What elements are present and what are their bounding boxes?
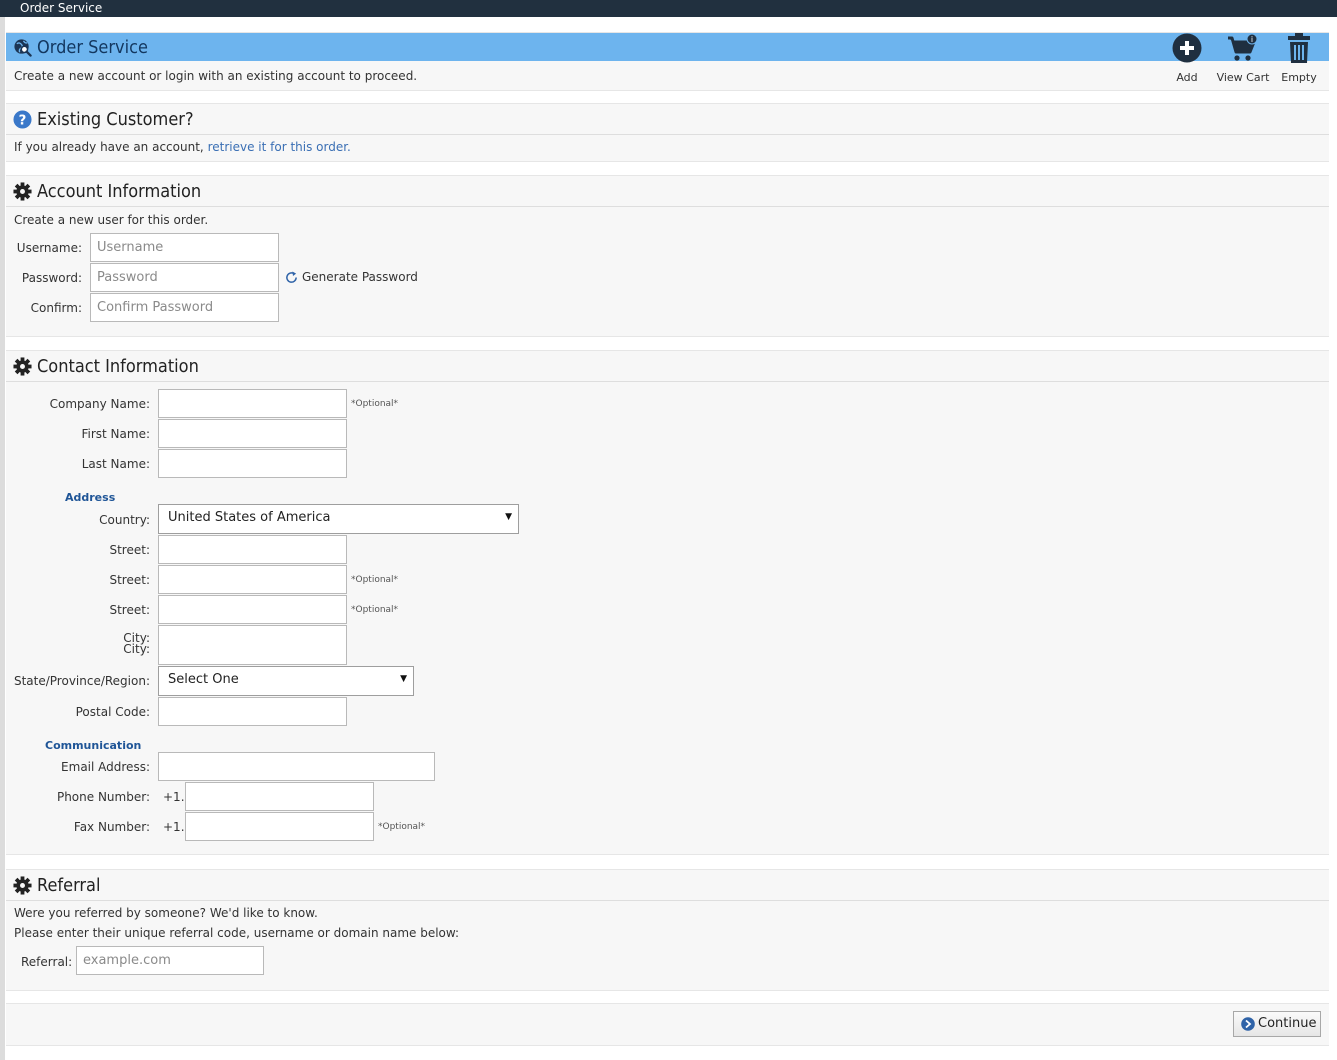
email-input[interactable]: [158, 752, 435, 781]
refresh-icon: [286, 271, 297, 283]
referral-title: Referral: [37, 875, 101, 896]
existing-customer-header: ? Existing Customer?: [6, 104, 1329, 135]
continue-label: Continue: [1258, 1016, 1317, 1031]
referral-line-1: Were you referred by someone? We'd like …: [14, 906, 318, 920]
last-name-label: Last Name:: [81, 457, 150, 471]
order-service-panel: Order Service Create a new account or lo…: [6, 32, 1329, 91]
contact-information-title: Contact Information: [37, 356, 199, 377]
globe-search-icon: [14, 39, 32, 57]
address-heading: Address: [65, 491, 116, 504]
window-title: Order Service: [20, 1, 103, 15]
chevron-down-icon: ▼: [400, 674, 407, 684]
retrieve-account-link[interactable]: retrieve it for this order.: [208, 140, 351, 154]
existing-customer-text: If you already have an account, retrieve…: [14, 140, 351, 154]
left-border: [0, 17, 5, 1060]
existing-customer-prefix: If you already have an account,: [14, 140, 204, 154]
account-information-title: Account Information: [37, 181, 202, 202]
referral-line-2: Please enter their unique referral code,…: [14, 926, 460, 940]
contact-information-panel: Contact Information Company Name: *Optio…: [6, 350, 1329, 855]
country-selected-value: United States of America: [168, 510, 331, 525]
gear-icon: [13, 876, 32, 895]
existing-customer-title: Existing Customer?: [37, 109, 194, 130]
chevron-down-icon: ▼: [505, 512, 512, 522]
street-2-label: Street:: [109, 573, 150, 587]
city-input[interactable]: [158, 625, 347, 665]
country-select[interactable]: United States of America ▼: [158, 504, 519, 534]
add-label: Add: [1176, 71, 1198, 84]
username-label: Username:: [16, 241, 82, 255]
add-icon: [1172, 33, 1202, 63]
contact-information-header: Contact Information: [6, 351, 1329, 382]
arrow-right-circle-icon: [1241, 1017, 1255, 1031]
account-information-panel: Account Information Create a new user fo…: [6, 175, 1329, 337]
first-name-label: First Name:: [81, 427, 150, 441]
confirm-password-input[interactable]: [90, 293, 279, 322]
state-label: State/Province/Region:: [13, 674, 150, 688]
street-2-optional-note: *Optional*: [351, 575, 399, 585]
email-label: Email Address:: [61, 760, 150, 774]
postal-code-label: Postal Code:: [75, 705, 150, 719]
company-optional-note: *Optional*: [351, 399, 399, 409]
company-name-label: Company Name:: [49, 397, 150, 411]
cart-icon: i: [1228, 33, 1258, 61]
first-name-input[interactable]: [158, 419, 347, 448]
referral-header: Referral: [6, 870, 1329, 901]
confirm-label: Confirm:: [30, 301, 82, 315]
gear-icon: [13, 357, 32, 376]
window-titlebar: Order Service: [0, 0, 1337, 17]
phone-input[interactable]: [185, 782, 374, 811]
generate-password-label: Generate Password: [302, 270, 418, 284]
fax-input[interactable]: [185, 812, 374, 841]
fax-country-code: +1.: [163, 820, 185, 834]
order-service-title: Order Service: [37, 37, 148, 58]
svg-text:?: ?: [19, 113, 27, 128]
gear-icon: [13, 182, 32, 201]
referral-label: Referral:: [21, 955, 73, 969]
username-input[interactable]: [90, 233, 279, 262]
postal-code-input[interactable]: [158, 697, 347, 726]
svg-text:i: i: [1251, 35, 1253, 44]
phone-label: Phone Number:: [56, 790, 150, 804]
order-service-header: Order Service: [6, 33, 1329, 61]
street-1-input[interactable]: [158, 535, 347, 564]
footer-panel: [6, 1003, 1329, 1046]
fax-label: Fax Number:: [73, 820, 150, 834]
country-label: Country:: [99, 513, 150, 527]
street-3-input[interactable]: [158, 595, 347, 624]
state-selected-value: Select One: [168, 672, 239, 687]
empty-label: Empty: [1281, 71, 1317, 84]
last-name-input[interactable]: [158, 449, 347, 478]
street-2-input[interactable]: [158, 565, 347, 594]
city-label-duplicate: City:: [123, 642, 150, 656]
trash-icon: [1288, 33, 1310, 63]
street-1-label: Street:: [109, 543, 150, 557]
continue-button[interactable]: Continue: [1233, 1011, 1321, 1037]
street-3-optional-note: *Optional*: [351, 605, 399, 615]
fax-optional-note: *Optional*: [378, 822, 426, 832]
company-name-input[interactable]: [158, 389, 347, 418]
referral-input[interactable]: [76, 946, 264, 975]
state-select[interactable]: Select One ▼: [158, 666, 414, 696]
order-service-subtitle: Create a new account or login with an ex…: [14, 69, 418, 83]
phone-country-code: +1.: [163, 790, 185, 804]
password-label: Password:: [21, 271, 82, 285]
help-icon: ?: [13, 110, 32, 129]
existing-customer-panel: ? Existing Customer? If you already have…: [6, 103, 1329, 162]
password-input[interactable]: [90, 263, 279, 292]
referral-panel: Referral Were you referred by someone? W…: [6, 869, 1329, 991]
account-information-subtitle: Create a new user for this order.: [14, 213, 209, 227]
view-cart-label: View Cart: [1216, 71, 1270, 84]
street-3-label: Street:: [109, 603, 150, 617]
account-information-header: Account Information: [6, 176, 1329, 207]
communication-heading: Communication: [45, 739, 142, 752]
